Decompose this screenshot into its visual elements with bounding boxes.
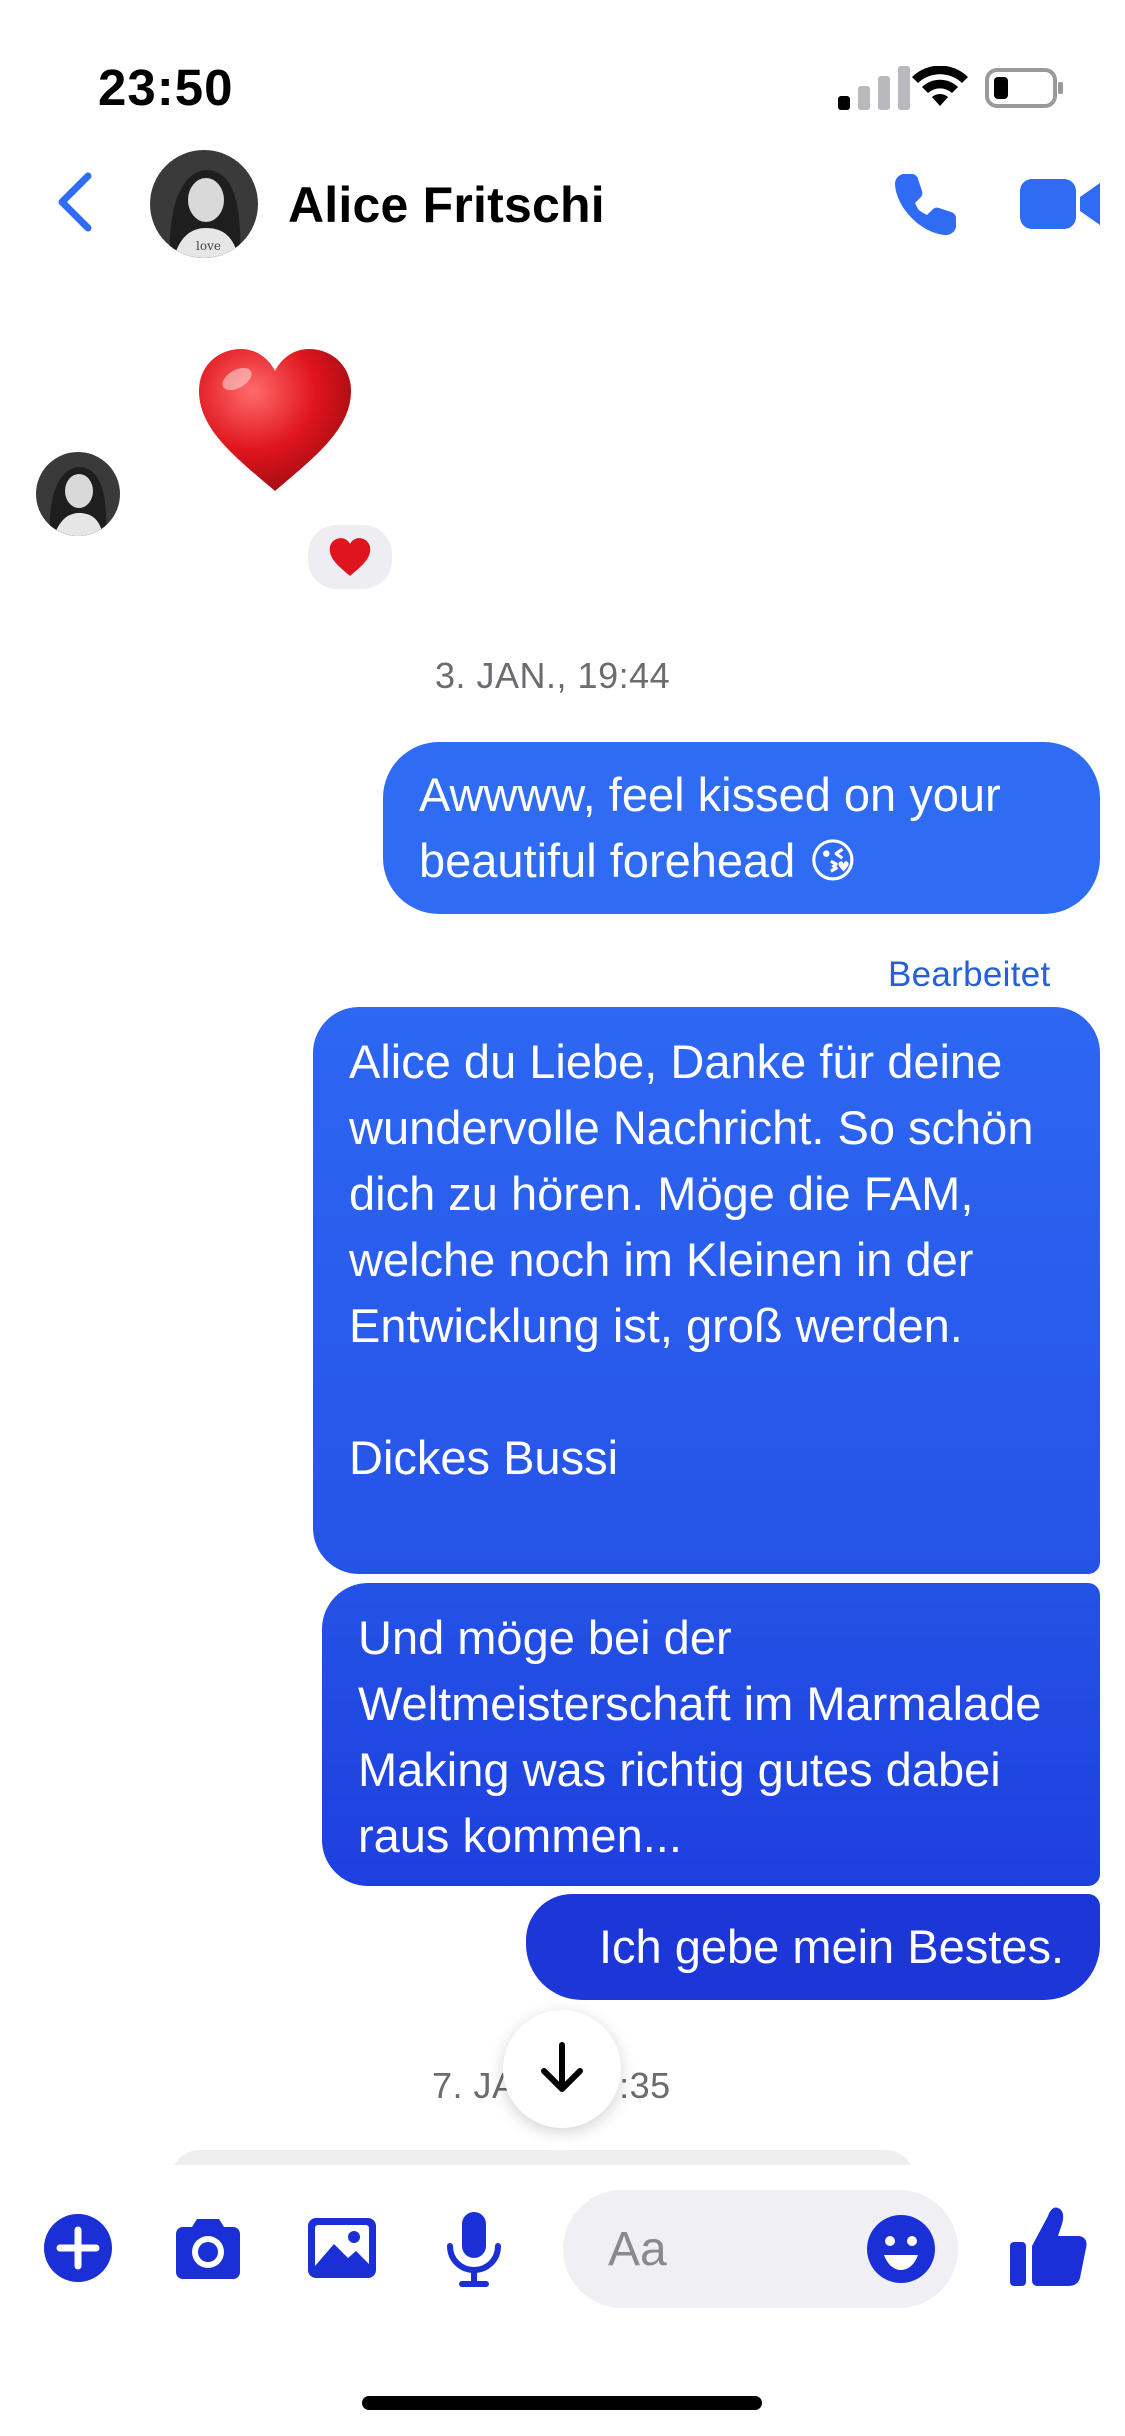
heart-reaction-badge[interactable] [305,522,395,592]
back-button[interactable] [50,170,100,234]
thumbs-up-icon[interactable] [1008,2202,1090,2290]
microphone-icon[interactable] [434,2208,514,2288]
contact-avatar[interactable]: love [150,150,258,258]
plus-circle-icon[interactable] [38,2208,118,2288]
wifi-icon [912,66,968,106]
contact-name[interactable]: Alice Fritschi [288,176,605,234]
message-input-placeholder[interactable]: Aa [608,2222,667,2277]
scroll-to-bottom-button[interactable] [503,2010,621,2128]
phone-icon[interactable] [890,168,962,240]
message-bubble-sent[interactable]: Ich gebe mein Bestes. [526,1894,1100,2000]
red-heart-icon[interactable] [195,345,355,495]
edited-label[interactable]: Bearbeitet [888,955,1051,995]
svg-text:love: love [196,239,221,253]
home-indicator [362,2396,762,2410]
smiley-icon[interactable] [862,2210,940,2288]
message-timestamp: 3. JAN., 19:44 [435,655,671,696]
red-heart-icon [329,538,371,576]
message-bubble-sent[interactable]: Alice du Liebe, Danke für deine wundervo… [313,1007,1100,1574]
arrow-down-icon [541,2042,583,2092]
battery-icon [985,68,1063,108]
video-camera-icon[interactable] [1020,175,1102,233]
status-time: 23:50 [98,59,234,116]
sender-avatar[interactable] [36,452,120,536]
image-icon[interactable] [302,2208,382,2288]
message-bubble-sent[interactable]: Awwww, feel kissed on your beautiful for… [383,742,1100,914]
camera-icon[interactable] [168,2208,248,2288]
message-bubble-sent[interactable]: Und möge bei der Weltmeisterschaft im Ma… [322,1583,1100,1886]
